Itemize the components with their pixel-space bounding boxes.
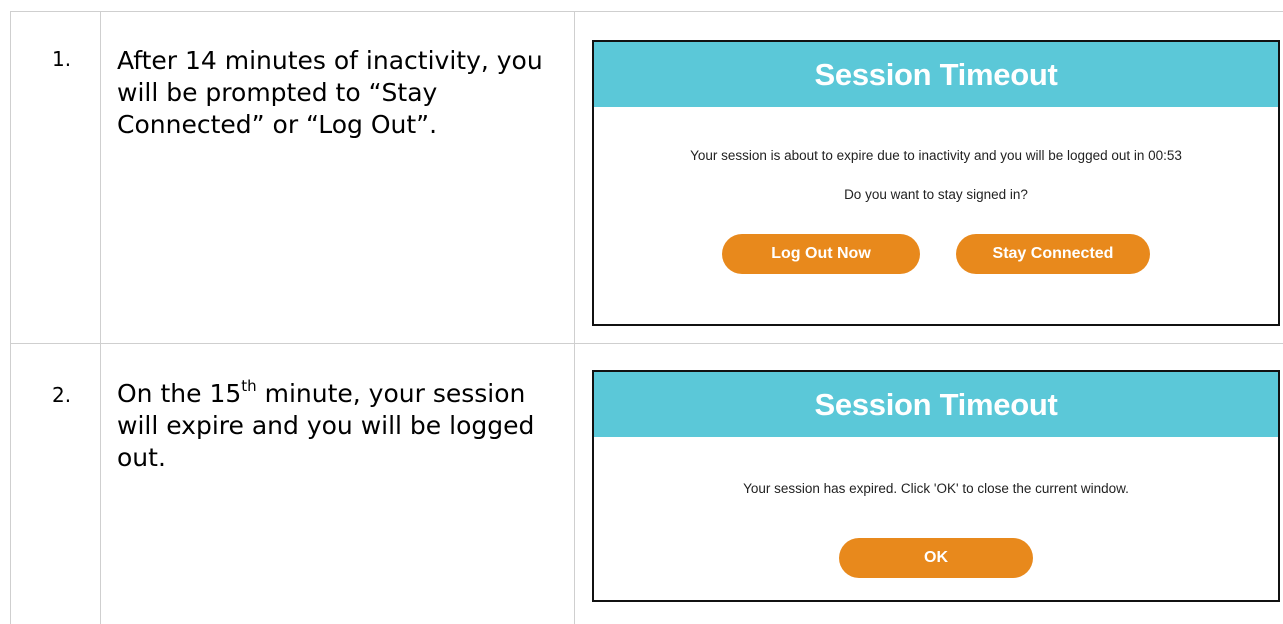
session-timeout-dialog: Session Timeout Your session is about to… <box>592 40 1280 326</box>
log-out-now-button[interactable]: Log Out Now <box>722 234 920 274</box>
dialog-header: Session Timeout <box>594 372 1278 437</box>
table-row-divider <box>10 343 1283 344</box>
session-expired-dialog: Session Timeout Your session has expired… <box>592 370 1280 602</box>
table-column-divider <box>574 11 575 624</box>
ordinal-suffix: th <box>241 376 257 395</box>
dialog-header: Session Timeout <box>594 42 1278 107</box>
dialog-button-row: Log Out Now Stay Connected <box>594 234 1278 274</box>
stay-connected-button[interactable]: Stay Connected <box>956 234 1150 274</box>
step-instruction: After 14 minutes of inactivity, you will… <box>117 46 543 139</box>
table-top-border <box>10 11 1283 12</box>
dialog-title: Session Timeout <box>814 386 1058 422</box>
dialog-question: Do you want to stay signed in? <box>844 187 1028 202</box>
step-number: 2. <box>52 383 72 407</box>
dialog-title: Session Timeout <box>814 56 1058 92</box>
table-left-border <box>10 11 11 624</box>
step-text-start: On the 15 <box>117 379 242 408</box>
table-column-divider <box>100 11 101 624</box>
step-number: 1. <box>52 47 72 71</box>
ok-button[interactable]: OK <box>839 538 1033 578</box>
dialog-message: Your session has expired. Click 'OK' to … <box>743 481 1129 496</box>
dialog-button-row: OK <box>594 538 1278 578</box>
dialog-message: Your session is about to expire due to i… <box>690 148 1182 163</box>
step-instruction: On the 15th minute, your session will ex… <box>117 378 557 474</box>
